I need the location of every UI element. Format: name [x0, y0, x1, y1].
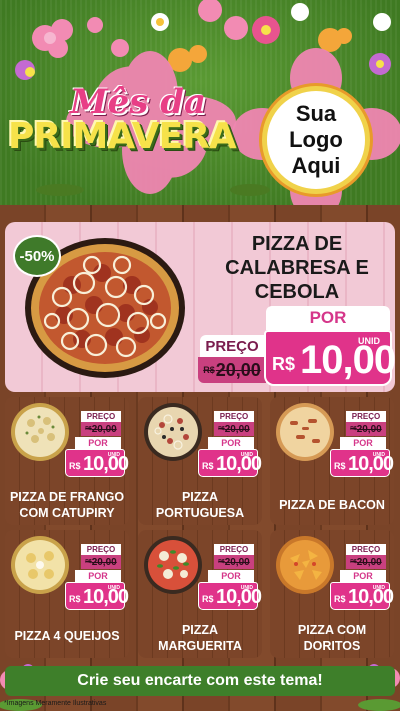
featured-name-line2: CALABRESA E	[225, 257, 369, 279]
old-value: 20,00	[356, 423, 382, 435]
new-price: R$ 10,00 UNID	[65, 582, 129, 610]
unit-label: UNID	[240, 585, 253, 591]
preco-label: PREÇO	[346, 544, 386, 555]
old-price: R$ 20,00	[214, 555, 254, 569]
featured-new-value: 10,00	[300, 338, 396, 382]
logo-text: Sua Logo Aqui	[267, 101, 365, 179]
unit-label: UNID	[372, 452, 385, 458]
header-banner: Mês da PRIMAVERA Sua Logo Aqui	[0, 0, 400, 205]
old-price: R$ 20,00	[346, 422, 386, 436]
product-name-line1: PIZZA 4 QUEIJOS	[14, 629, 120, 643]
preco-label: PREÇO	[214, 544, 254, 555]
featured-product-name: PIZZA DE CALABRESA E CEBOLA	[202, 232, 392, 304]
bacon-pizza-image	[276, 403, 334, 461]
old-price: R$ 20,00	[346, 555, 386, 569]
product-card-bacon[interactable]: PREÇO R$ 20,00 POR R$ 10,00 UNID PIZZA DE…	[270, 397, 394, 525]
new-currency: R$	[334, 461, 346, 471]
product-card-4-queijos[interactable]: PREÇO R$ 20,00 POR R$ 10,00 UNID PIZZA 4 …	[5, 530, 129, 658]
por-label: POR	[75, 437, 121, 449]
logo-text-line1: Sua Logo	[289, 101, 343, 152]
unit-label: UNID	[107, 452, 120, 458]
unit-label: UNID	[240, 452, 253, 458]
product-name-line2: MARGUERITA	[158, 639, 242, 653]
product-name-line1: PIZZA DE FRANGO	[9, 490, 125, 504]
doritos-pizza-image	[276, 536, 334, 594]
cta-button[interactable]: Crie seu encarte com este tema!	[5, 666, 395, 696]
new-value: 10,00	[83, 586, 129, 608]
unit-label: UNID	[107, 585, 120, 591]
new-value: 10,00	[83, 453, 129, 475]
new-price: R$ 10,00 UNID	[198, 449, 262, 477]
product-card-marguerita[interactable]: PREÇO R$ 20,00 POR R$ 10,00 UNID PIZZA MA…	[138, 530, 262, 658]
new-value: 10,00	[348, 453, 394, 475]
new-currency: R$	[69, 594, 81, 604]
old-value: 20,00	[91, 556, 117, 568]
featured-por-label: POR	[266, 306, 390, 330]
product-card-portuguesa[interactable]: PREÇO R$ 20,00 POR R$ 10,00 UNID PIZZA PO…	[138, 397, 262, 525]
discount-badge: -50%	[13, 235, 61, 277]
featured-old-currency: R$	[203, 365, 215, 375]
new-currency: R$	[69, 461, 81, 471]
new-currency: R$	[202, 461, 214, 471]
product-name: PIZZA COM DORITOS	[270, 622, 394, 654]
campaign-title: Mês da PRIMAVERA	[8, 82, 248, 172]
featured-name-line1: PIZZA DE	[251, 233, 343, 255]
featured-new-price: R$ 10,00 UNID	[264, 330, 396, 386]
old-value: 20,00	[91, 423, 117, 435]
product-card-frango[interactable]: PREÇO R$ 20,00 POR R$ 10,00 UNID PIZZA DE…	[5, 397, 129, 525]
preco-label: PREÇO	[214, 411, 254, 422]
product-name: PIZZA PORTUGUESA	[138, 489, 262, 521]
featured-new-currency: R$	[272, 354, 296, 374]
old-price: R$ 20,00	[214, 422, 254, 436]
new-currency: R$	[202, 594, 214, 604]
new-price: R$ 10,00 UNID	[65, 449, 129, 477]
por-label: POR	[208, 570, 254, 582]
new-value: 10,00	[216, 453, 262, 475]
new-price: R$ 10,00 UNID	[330, 582, 394, 610]
preco-label: PREÇO	[81, 544, 121, 555]
portuguesa-pizza-image	[144, 403, 202, 461]
featured-name-line3: CEBOLA	[254, 281, 340, 303]
por-label: POR	[208, 437, 254, 449]
disclaimer-text: *Imagens Meramente Ilustrativas	[4, 700, 107, 707]
old-value: 20,00	[224, 556, 250, 568]
frango-pizza-image	[11, 403, 69, 461]
product-name-line2: DORITOS	[303, 639, 361, 653]
old-value: 20,00	[224, 423, 250, 435]
new-value: 10,00	[348, 586, 394, 608]
por-label: POR	[75, 570, 121, 582]
unit-label: UNID	[372, 585, 385, 591]
new-price: R$ 10,00 UNID	[330, 449, 394, 477]
featured-old-price: R$ 20,00	[198, 357, 266, 383]
new-price: R$ 10,00 UNID	[198, 582, 262, 610]
preco-label: PREÇO	[346, 411, 386, 422]
product-name-line1: PIZZA	[181, 623, 219, 637]
product-name-line1: PIZZA	[181, 490, 219, 504]
new-currency: R$	[334, 594, 346, 604]
por-label: POR	[340, 437, 386, 449]
product-name-line1: PIZZA COM	[297, 623, 367, 637]
product-name: PIZZA MARGUERITA	[138, 622, 262, 654]
preco-label: PREÇO	[81, 411, 121, 422]
marguerita-pizza-image	[144, 536, 202, 594]
old-price: R$ 20,00	[81, 555, 121, 569]
featured-old-value: 20,00	[215, 359, 261, 380]
product-name: PIZZA 4 QUEIJOS	[5, 628, 129, 644]
product-name-line2: COM CATUPIRY	[19, 506, 115, 520]
quatro-queijos-pizza-image	[11, 536, 69, 594]
product-name: PIZZA DE FRANGO COM CATUPIRY	[5, 489, 129, 521]
featured-unit: UNID	[358, 336, 380, 346]
logo-placeholder: Sua Logo Aqui	[262, 86, 370, 194]
product-name-line1: PIZZA DE BACON	[279, 498, 385, 512]
product-name-line2: PORTUGUESA	[155, 506, 245, 520]
product-card-doritos[interactable]: PREÇO R$ 20,00 POR R$ 10,00 UNID PIZZA CO…	[270, 530, 394, 658]
por-label: POR	[340, 570, 386, 582]
old-value: 20,00	[356, 556, 382, 568]
logo-text-line2: Aqui	[291, 153, 341, 178]
new-value: 10,00	[216, 586, 262, 608]
featured-preco-label: PREÇO	[200, 335, 264, 357]
product-name: PIZZA DE BACON	[270, 497, 394, 513]
old-price: R$ 20,00	[81, 422, 121, 436]
title-line-2: PRIMAVERA	[8, 116, 237, 157]
